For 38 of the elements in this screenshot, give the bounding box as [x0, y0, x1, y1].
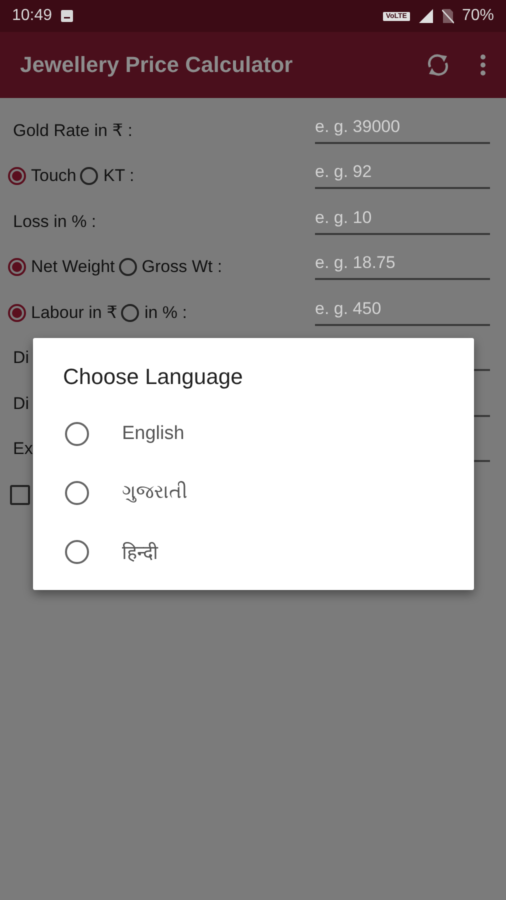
refresh-icon[interactable]: [426, 52, 450, 78]
field-label: Loss in % :: [12, 212, 96, 232]
clock: 10:49: [12, 7, 52, 25]
radio-label: in % :: [144, 302, 187, 323]
radio-button[interactable]: [8, 167, 26, 186]
input-field[interactable]: e. g. 18.75: [315, 248, 490, 280]
radio-button[interactable]: [8, 258, 26, 276]
radio-button[interactable]: [80, 167, 98, 186]
input-field[interactable]: e. g. 450: [315, 294, 490, 326]
language-option[interactable]: हिन्दी: [122, 538, 158, 564]
radio-button[interactable]: [121, 304, 140, 322]
radio-label: Gross Wt :: [142, 257, 222, 278]
language-option[interactable]: ગુજરાતી: [122, 482, 187, 504]
no-sim-icon: [442, 8, 454, 24]
radio-button[interactable]: [65, 480, 89, 504]
radio-button[interactable]: [118, 258, 137, 276]
dialog-title: Choose Language: [63, 364, 244, 390]
input-field[interactable]: e. g. 10: [315, 202, 490, 235]
input-field[interactable]: e. g. 92: [315, 157, 490, 190]
radio-label: Touch: [31, 166, 76, 186]
radio-label: Net Weight: [31, 257, 115, 278]
language-option[interactable]: English: [122, 422, 184, 444]
radio-button[interactable]: [8, 304, 26, 322]
app-title: Jewellery Price Calculator: [20, 52, 294, 78]
radio-label: Labour in ₹: [31, 302, 118, 323]
radio-button[interactable]: [65, 422, 89, 446]
battery-percent: 70%: [462, 7, 494, 25]
more-options-icon[interactable]: [480, 54, 486, 76]
input-field[interactable]: e. g. 39000: [315, 112, 490, 144]
field-label: Di: [12, 348, 30, 368]
radio-button[interactable]: [65, 540, 89, 564]
field-label: Di: [12, 394, 30, 414]
checkbox[interactable]: [10, 484, 30, 505]
radio-label: KT :: [103, 166, 134, 186]
field-label: Gold Rate in ₹ :: [12, 120, 132, 141]
field-label: Ex: [12, 439, 33, 460]
image-icon: [60, 9, 74, 23]
signal-icon: [418, 8, 434, 24]
